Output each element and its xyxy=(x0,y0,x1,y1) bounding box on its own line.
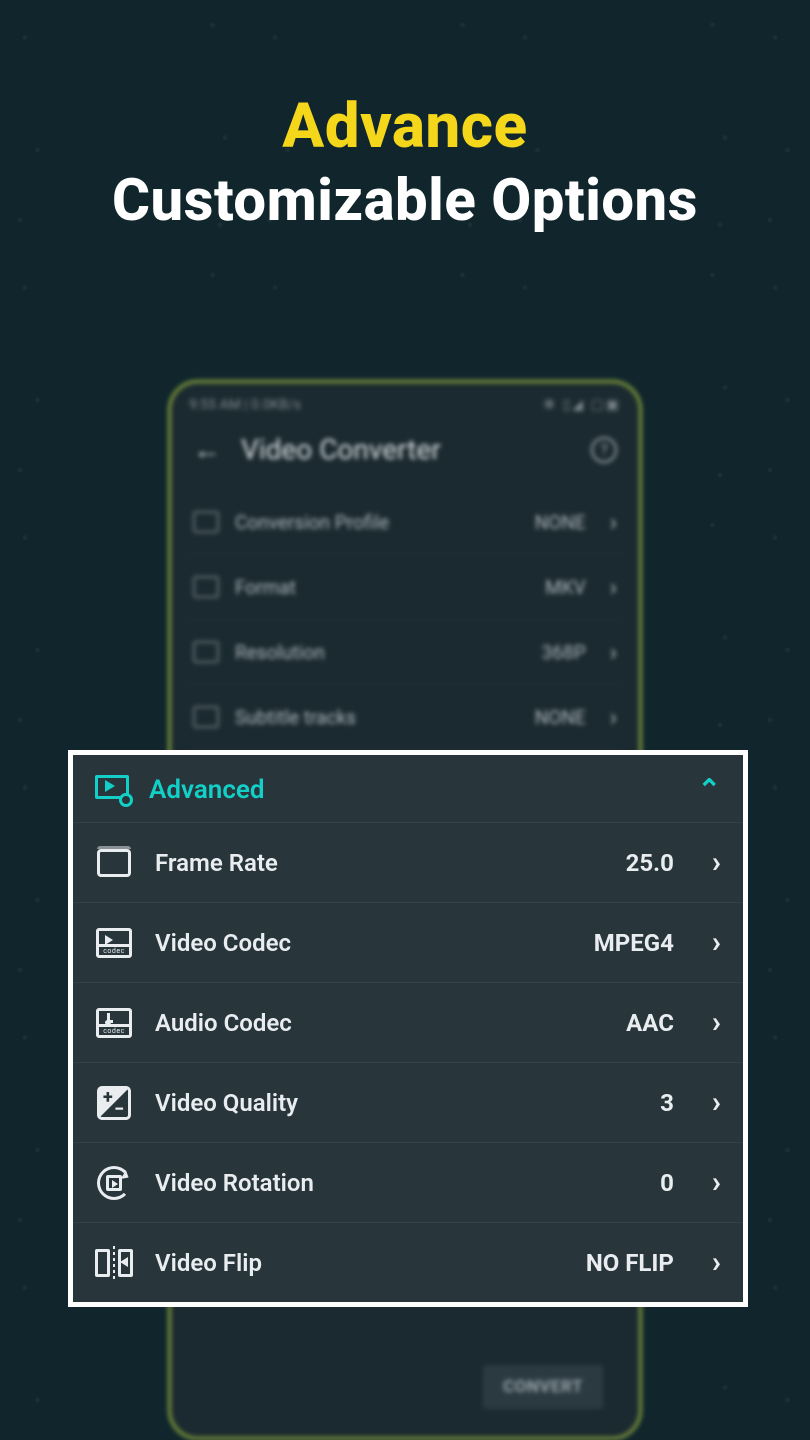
back-icon[interactable]: ← xyxy=(193,433,221,466)
advanced-header[interactable]: Advanced ⌃ xyxy=(73,755,743,822)
row-label: Video Flip xyxy=(155,1249,262,1277)
video-codec-icon: codec xyxy=(95,926,133,960)
row-audio-codec[interactable]: codec Audio Codec AAC › xyxy=(73,982,743,1062)
row-value: 0 xyxy=(660,1169,674,1197)
chevron-right-icon: › xyxy=(712,1085,721,1120)
row-value: 25.0 xyxy=(626,849,674,877)
chevron-right-icon: › xyxy=(712,1165,721,1200)
format-icon xyxy=(193,576,219,598)
chevron-right-icon: › xyxy=(610,638,617,666)
audio-codec-icon: codec xyxy=(95,1006,133,1040)
chevron-up-icon: ⌃ xyxy=(698,773,721,806)
row-conversion-profile[interactable]: Conversion Profile NONE › xyxy=(187,490,623,555)
row-label: Subtitle tracks xyxy=(235,706,356,729)
row-format[interactable]: Format MKV › xyxy=(187,555,623,620)
row-video-quality[interactable]: Video Quality 3 › xyxy=(73,1062,743,1142)
row-value: NONE xyxy=(535,511,586,534)
row-label: Conversion Profile xyxy=(235,511,389,534)
row-label: Audio Codec xyxy=(155,1009,292,1037)
chevron-right-icon: › xyxy=(610,508,617,536)
chevron-right-icon: › xyxy=(610,573,617,601)
status-right-icons: ✻ ▯◢ ▢▣ xyxy=(543,397,621,413)
chevron-right-icon: › xyxy=(610,703,617,731)
row-label: Video Quality xyxy=(155,1089,298,1117)
advanced-icon xyxy=(95,775,131,805)
chevron-right-icon: › xyxy=(712,925,721,960)
status-bar: 9:55 AM | 0.0KB/s ✻ ▯◢ ▢▣ xyxy=(187,393,623,423)
app-header: ← Video Converter ? xyxy=(187,423,623,482)
chevron-right-icon: › xyxy=(712,1245,721,1280)
row-label: Video Codec xyxy=(155,929,291,957)
row-label: Format xyxy=(235,576,296,599)
row-video-flip[interactable]: Video Flip NO FLIP › xyxy=(73,1222,743,1302)
framerate-icon xyxy=(95,846,133,880)
app-title: Video Converter xyxy=(241,433,441,466)
settings-list: Conversion Profile NONE › Format MKV › R… xyxy=(187,490,623,750)
chevron-right-icon: › xyxy=(712,845,721,880)
row-value: NO FLIP xyxy=(586,1249,674,1277)
promo-line2: Customizable Options xyxy=(0,167,810,235)
profile-icon xyxy=(193,511,219,533)
row-value: MKV xyxy=(545,576,586,599)
row-label: Resolution xyxy=(235,641,325,664)
promo-title: Advance Customizable Options xyxy=(0,0,810,235)
row-subtitle-tracks[interactable]: Subtitle tracks NONE › xyxy=(187,685,623,750)
row-value: 3 xyxy=(660,1089,674,1117)
advanced-header-label: Advanced xyxy=(149,775,265,805)
help-icon[interactable]: ? xyxy=(591,437,617,463)
status-left-text: 9:55 AM | 0.0KB/s xyxy=(189,397,301,413)
video-flip-icon xyxy=(95,1246,133,1280)
row-frame-rate[interactable]: Frame Rate 25.0 › xyxy=(73,822,743,902)
video-rotation-icon xyxy=(95,1166,133,1200)
promo-line1: Advance xyxy=(0,90,810,163)
row-resolution[interactable]: Resolution 368P › xyxy=(187,620,623,685)
row-label: Video Rotation xyxy=(155,1169,314,1197)
row-value: AAC xyxy=(626,1009,674,1037)
row-video-codec[interactable]: codec Video Codec MPEG4 › xyxy=(73,902,743,982)
row-value: 368P xyxy=(542,641,586,664)
row-label: Frame Rate xyxy=(155,849,278,877)
row-value: NONE xyxy=(535,706,586,729)
resolution-icon xyxy=(193,641,219,663)
row-video-rotation[interactable]: Video Rotation 0 › xyxy=(73,1142,743,1222)
video-quality-icon xyxy=(95,1086,133,1120)
advanced-panel: Advanced ⌃ Frame Rate 25.0 › codec Video… xyxy=(68,750,748,1307)
convert-button[interactable]: CONVERT xyxy=(483,1365,603,1409)
chevron-right-icon: › xyxy=(712,1005,721,1040)
row-value: MPEG4 xyxy=(594,929,674,957)
subtitle-icon xyxy=(193,706,219,728)
